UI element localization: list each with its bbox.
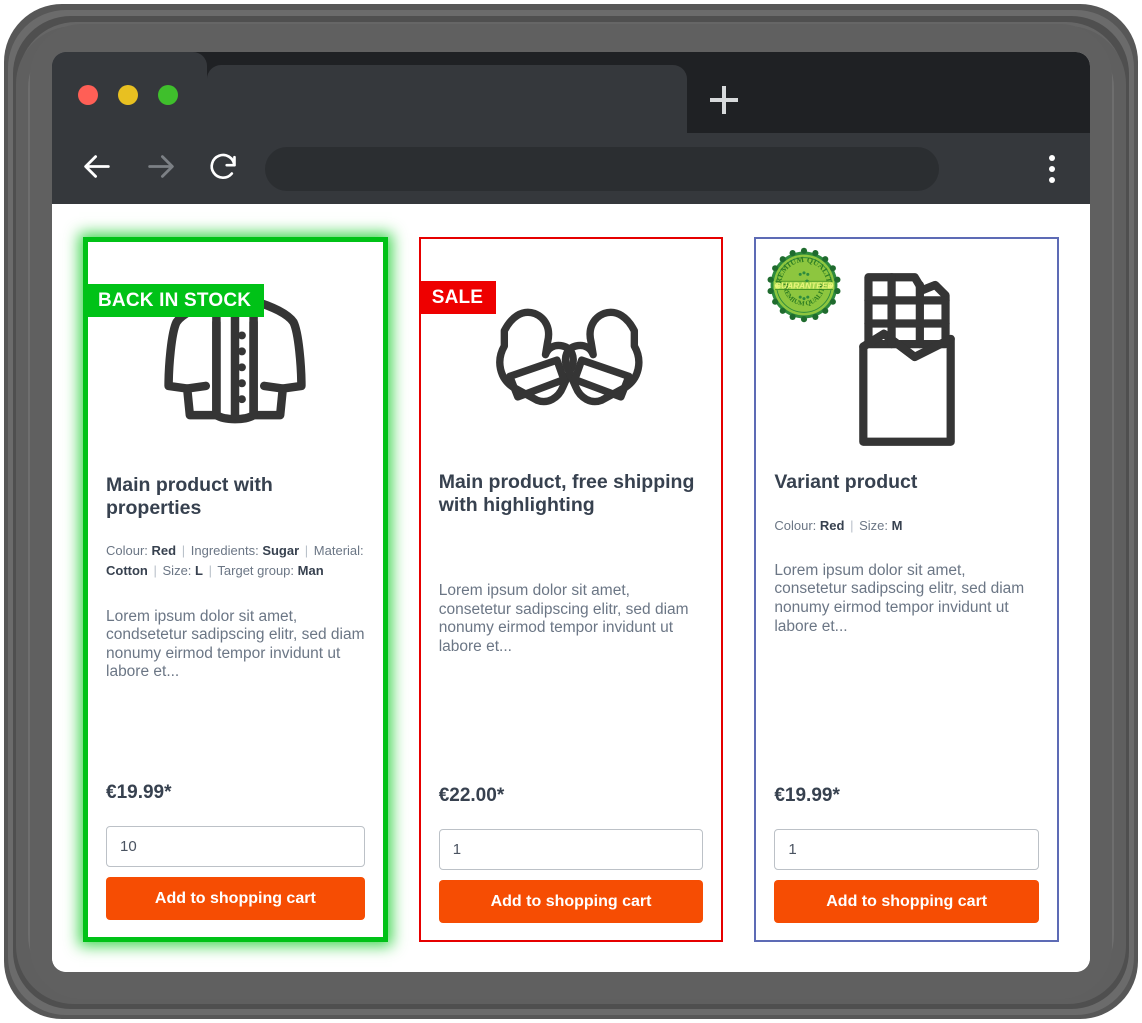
- address-bar[interactable]: [265, 147, 939, 191]
- property-separator: |: [304, 543, 309, 559]
- svg-text:GUARANTEED: GUARANTEED: [775, 280, 834, 290]
- browser-tab-strip: [52, 52, 1090, 133]
- property-value: Red: [151, 543, 177, 559]
- property-label: Size:: [859, 517, 889, 533]
- maximize-window-button[interactable]: [158, 85, 178, 105]
- product-description: Lorem ipsum dolor sit amet, condsetetur …: [106, 607, 365, 681]
- product-price: €22.00*: [438, 785, 505, 806]
- product-image: [421, 239, 722, 471]
- property-value: Sugar: [262, 543, 300, 559]
- svg-text:★: ★: [774, 281, 781, 290]
- property-label: Ingredients:: [190, 543, 259, 559]
- status-badge: SALE: [419, 281, 497, 314]
- svg-text:★: ★: [828, 281, 835, 290]
- property-separator: |: [181, 543, 186, 559]
- property-value: Cotton: [106, 563, 148, 579]
- quantity-input[interactable]: [106, 826, 365, 867]
- device-frame: BACK IN STOCK Main product with properti…: [0, 0, 1142, 1023]
- product-footer: €22.00* Add to shopping cart: [421, 785, 722, 940]
- reload-icon[interactable]: [207, 150, 239, 187]
- property-value: M: [891, 517, 903, 533]
- browser-tab-active[interactable]: [207, 65, 687, 133]
- browser-menu-icon[interactable]: [1049, 154, 1055, 183]
- product-properties: Colour: Red | Ingredients: Sugar | Mater…: [106, 541, 365, 581]
- back-arrow-icon[interactable]: [80, 149, 114, 188]
- property-separator: |: [153, 563, 157, 579]
- property-label: Colour:: [106, 543, 148, 559]
- product-properties: [439, 538, 704, 556]
- product-title: Variant product: [774, 471, 918, 493]
- product-title: Main product with properties: [106, 474, 273, 519]
- property-value: L: [195, 563, 203, 579]
- property-separator: |: [850, 517, 854, 533]
- product-body: Variant product Colour: Red | Size: M Lo…: [756, 471, 1057, 785]
- product-body: Main product with properties Colour: Red…: [88, 474, 383, 782]
- mittens-icon: [495, 308, 643, 406]
- property-value: Man: [297, 563, 324, 579]
- property-label: Target group:: [217, 563, 295, 579]
- product-body: Main product, free shipping with highlig…: [421, 471, 722, 785]
- property-value: Red: [819, 517, 845, 533]
- status-badge: BACK IN STOCK: [86, 284, 265, 317]
- minimize-window-button[interactable]: [118, 85, 138, 105]
- product-footer: €19.99* Add to shopping cart: [88, 782, 383, 937]
- product-card[interactable]: PREMIUM QUALITY PREMIUM QUALITY GUARANTE…: [754, 237, 1060, 942]
- forward-arrow-icon[interactable]: [144, 149, 178, 188]
- window-controls-area: [52, 52, 207, 133]
- premium-quality-seal-icon: PREMIUM QUALITY PREMIUM QUALITY GUARANTE…: [763, 240, 842, 323]
- page-content: BACK IN STOCK Main product with properti…: [52, 204, 1090, 972]
- property-label: Material:: [313, 543, 364, 559]
- property-separator: |: [208, 563, 213, 579]
- quantity-input[interactable]: [774, 829, 1040, 870]
- product-price: €19.99*: [774, 785, 840, 806]
- product-card[interactable]: BACK IN STOCK Main product with properti…: [83, 237, 388, 942]
- product-listing: BACK IN STOCK Main product with properti…: [83, 237, 1060, 942]
- browser-window: BACK IN STOCK Main product with properti…: [52, 52, 1090, 972]
- add-to-cart-button[interactable]: Add to shopping cart: [438, 880, 704, 923]
- property-label: Size:: [162, 563, 192, 579]
- close-window-button[interactable]: [78, 85, 98, 105]
- product-footer: €19.99* Add to shopping cart: [756, 785, 1057, 940]
- product-description: Lorem ipsum dolor sit amet, consetetur s…: [438, 582, 689, 655]
- product-price: €19.99*: [106, 782, 172, 803]
- add-to-cart-button[interactable]: Add to shopping cart: [774, 880, 1040, 923]
- new-tab-button[interactable]: [710, 86, 738, 114]
- browser-toolbar: [52, 133, 1090, 204]
- product-image: [88, 242, 383, 474]
- quantity-input[interactable]: [438, 829, 704, 870]
- chocolate-bar-icon: [858, 272, 955, 446]
- product-card[interactable]: SALE Main product, free shipping with hi…: [418, 237, 724, 942]
- product-title: Main product, free shipping with highlig…: [438, 471, 695, 516]
- product-properties: Colour: Red | Size: M: [774, 516, 1039, 536]
- property-label: Colour:: [774, 517, 817, 533]
- add-to-cart-button[interactable]: Add to shopping cart: [106, 877, 365, 920]
- product-description: Lorem ipsum dolor sit amet, consetetur s…: [774, 561, 1025, 635]
